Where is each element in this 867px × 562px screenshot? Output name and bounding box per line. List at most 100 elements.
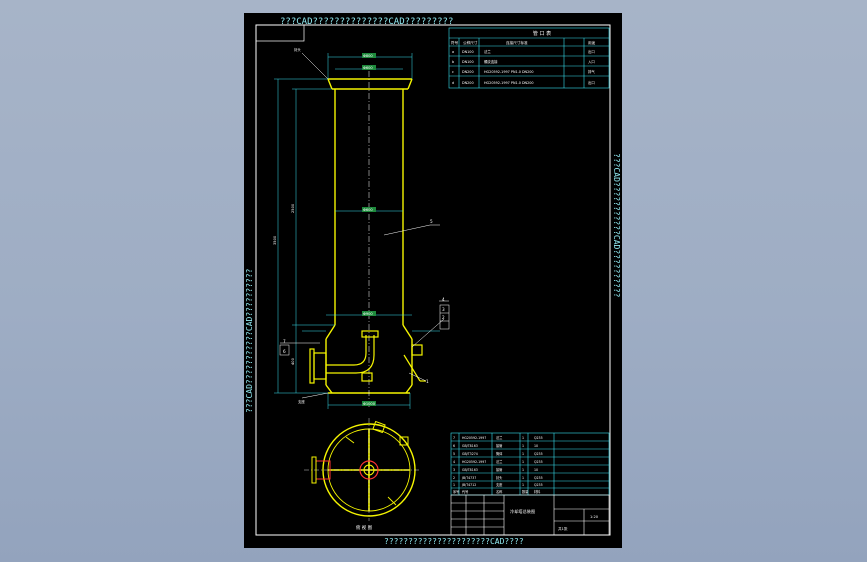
dim-diameter-bottom: Φ900 xyxy=(363,312,373,316)
dim-lower-section: 400 xyxy=(291,357,295,365)
part-row-7-qty: 1 xyxy=(522,436,524,440)
part-row-6-code: GB/T8163 xyxy=(462,444,478,448)
plan-view-title: 俯 视 图 xyxy=(356,524,373,531)
nozzle-table-headers: 符号 公称尺寸 连接尺寸标准 用途 xyxy=(451,40,596,45)
nozzle-row-c-std: HG20592-1997 PN1.0 DN200 xyxy=(484,70,534,74)
nozzle-header-4: 用途 xyxy=(588,40,596,45)
nozzle-row-c-use: 排气 xyxy=(588,69,595,74)
label-part-2-right: 2 xyxy=(442,315,445,320)
part-row-2-code: JB/T4737 xyxy=(461,476,476,480)
parts-header-no: 序号 xyxy=(453,489,459,494)
part-row-4-code: HG20592-1997 xyxy=(462,460,486,464)
parts-header-qty: 数量 xyxy=(522,489,529,494)
cad-drawing: ???CAD??????????????CAD????????? ???????… xyxy=(245,17,621,546)
nozzle-row-d-symbol: d xyxy=(452,81,454,85)
nozzle-row-d-std: HG20592-1997 PN1.0 DN200 xyxy=(484,81,534,85)
part-row-6-qty: 1 xyxy=(522,444,524,448)
nozzle-table-rows: a DN100 法兰 出口 b DN100 螺纹连接 入口 c DN200 HG… xyxy=(452,49,595,85)
internal-pipe xyxy=(326,330,379,382)
part-row-4-mat: Q235 xyxy=(534,460,543,464)
nozzle-row-c-size: DN200 xyxy=(462,70,474,74)
part-row-4-qty: 1 xyxy=(522,460,524,464)
nozzle-row-b-std: 螺纹连接 xyxy=(484,59,498,64)
part-row-6-name: 接管 xyxy=(496,443,502,448)
plan-view xyxy=(304,418,420,521)
part-row-5-no: 5 xyxy=(453,452,455,456)
dim-diameter-top: Φ800 xyxy=(363,54,373,58)
part-labels: 5 1 4 3 2 7 6 封头 支座 xyxy=(283,47,445,404)
nozzle-table xyxy=(448,27,610,89)
nozzle-row-c-symbol: c xyxy=(452,70,454,74)
label-part-3: 3 xyxy=(442,307,445,312)
part-row-2-qty: 1 xyxy=(522,476,524,480)
drawing-frame xyxy=(255,24,611,536)
label-part-5: 5 xyxy=(430,219,433,224)
dim-shell-height: 2500 xyxy=(291,203,295,213)
nozzle-header-1: 符号 xyxy=(451,40,459,45)
left-nozzle xyxy=(309,348,327,384)
part-row-2-mat: Q235 xyxy=(534,476,543,480)
part-row-3-name: 接管 xyxy=(496,467,502,472)
drawing-sheet-count: 共1张 xyxy=(558,526,568,531)
parts-list-rows: 7 HG20592-1997 法兰 1 Q235 6 GB/T8163 接管 1… xyxy=(453,435,543,494)
label-part-6: 6 xyxy=(283,349,286,354)
watermark-right: ???CAD???????????CAD?????????? xyxy=(612,153,621,298)
drawing-sheet: ???CAD??????????????CAD????????? ???????… xyxy=(244,13,622,548)
nozzle-row-a-size: DN100 xyxy=(462,50,474,54)
nozzle-table-title: 管 口 表 xyxy=(533,30,551,37)
nozzle-row-d-use: 出口 xyxy=(588,80,595,85)
part-row-2-name: 封头 xyxy=(496,475,503,480)
watermark-bottom: ??????????????????????CAD???? xyxy=(384,537,524,546)
label-part-7: 7 xyxy=(283,339,286,344)
dimension-lines xyxy=(274,53,440,409)
nozzle-row-a-symbol: a xyxy=(452,50,454,54)
part-row-7-mat: Q235 xyxy=(534,436,543,440)
part-row-1-qty: 1 xyxy=(522,483,524,487)
leader-lines xyxy=(279,52,450,399)
part-row-3-mat: 10 xyxy=(534,468,538,472)
part-row-1-name: 支座 xyxy=(496,482,503,487)
nozzle-header-2: 公称尺寸 xyxy=(463,40,478,45)
dim-diameter-base: Φ1000 xyxy=(363,402,376,406)
parts-header-code: 代号 xyxy=(462,489,468,494)
label-bottom-support: 支座 xyxy=(298,399,305,404)
part-row-1-no: 1 xyxy=(453,483,455,487)
parts-header-mat: 材料 xyxy=(534,489,541,494)
part-row-6-no: 6 xyxy=(453,444,455,448)
part-row-7-name: 法兰 xyxy=(496,435,502,440)
nozzle-row-b-symbol: b xyxy=(452,60,454,64)
part-row-7-code: HG20592-1997 xyxy=(462,436,486,440)
label-part-1: 1 xyxy=(426,379,429,384)
part-row-6-mat: 10 xyxy=(534,444,538,448)
part-row-4-name: 法兰 xyxy=(496,459,502,464)
part-row-3-no: 3 xyxy=(453,468,455,472)
parts-header-name: 名称 xyxy=(496,489,503,494)
drawing-scale: 1:20 xyxy=(590,515,599,519)
dim-diameter-mid: Φ600 xyxy=(363,66,373,70)
label-part-4: 4 xyxy=(442,297,445,302)
nozzle-row-a-std: 法兰 xyxy=(484,49,491,54)
nozzle-header-3: 连接尺寸标准 xyxy=(506,40,528,45)
title-block-grid xyxy=(450,494,610,536)
nozzle-row-b-use: 入口 xyxy=(588,60,595,64)
drawing-title: 冷却塔总装图 xyxy=(510,508,535,515)
frame-corner-box xyxy=(255,24,305,42)
dim-total-height: 3500 xyxy=(273,235,277,245)
part-row-5-code: GB/T3274 xyxy=(462,452,478,456)
watermark-left: ???CAD???????????CAD?????????? xyxy=(245,268,254,413)
nozzle-row-d-size: DN200 xyxy=(462,81,474,85)
part-row-5-mat: Q235 xyxy=(534,452,543,456)
watermark-top: ???CAD??????????????CAD????????? xyxy=(280,17,453,27)
part-row-3-qty: 1 xyxy=(522,468,524,472)
part-row-5-qty: 1 xyxy=(522,452,524,456)
part-row-1-mat: Q235 xyxy=(534,483,543,487)
nozzle-row-a-use: 出口 xyxy=(588,49,595,54)
dim-diameter-shell: Φ600 xyxy=(363,208,373,212)
part-row-4-no: 4 xyxy=(453,460,455,464)
part-row-7-no: 7 xyxy=(453,436,455,440)
nozzle-row-b-size: DN100 xyxy=(462,60,474,64)
part-row-3-code: GB/T8163 xyxy=(462,468,478,472)
label-top-cap: 封头 xyxy=(294,47,301,52)
part-row-5-name: 筒体 xyxy=(496,451,503,456)
part-row-1-code: JB/T4712 xyxy=(461,483,476,487)
